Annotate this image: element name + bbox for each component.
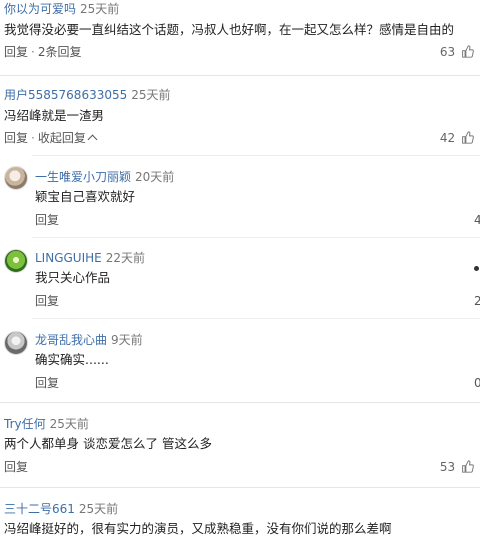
timestamp: 25天前 [78,502,119,516]
like-button[interactable]: 63 [440,45,474,59]
username-link[interactable]: 龙哥乱我心曲 [35,333,107,347]
divider [32,318,480,319]
avatar[interactable] [4,166,28,190]
like-button[interactable]: 42 [440,131,474,145]
divider [32,237,480,238]
comment-text: 冯绍峰就是一渣男 [4,108,105,123]
collapse-replies-button[interactable]: 收起回复 [37,131,98,145]
like-count[interactable]: 2 [474,294,480,308]
comment-meta: 用户5585768633055 25天前 [4,88,171,102]
reply-button[interactable]: 回复 [4,131,28,145]
avatar[interactable] [4,331,28,355]
username-link[interactable]: LINGGUIHE [35,251,102,265]
username-link[interactable]: 用户5585768633055 [4,88,127,102]
like-count: 53 [439,460,456,474]
comments-section: 你以为可爱吗 25天前 我觉得没必要一直纠结这个话题，冯叔人也好啊，在一起又怎么样… [0,0,480,543]
like-count: 42 [439,131,456,145]
thumbs-up-icon [462,45,474,58]
username-link[interactable]: 你以为可爱吗 [4,2,76,16]
like-count[interactable]: 4 [474,213,480,227]
comment-text: 冯绍峰挺好的，很有实力的演员，又成熟稳重，没有你们说的那么差啊 [4,521,392,536]
divider [32,155,480,156]
timestamp: 22天前 [105,251,146,265]
username-link[interactable]: Try任何 [4,417,46,431]
reply-button[interactable]: 回复 [35,294,59,308]
reply-text: 颖宝自己喜欢就好 [35,189,136,204]
thumbs-up-icon [462,131,474,144]
reply-meta: 龙哥乱我心曲 9天前 [35,333,143,347]
avatar[interactable] [4,249,28,273]
timestamp: 25天前 [49,417,89,431]
collapse-label: 收起回复 [37,131,86,145]
comment-actions: 回复 · 收起回复 [4,131,98,145]
comment-meta: 三十二号661 25天前 [4,502,118,516]
comment-meta: 你以为可爱吗 25天前 [4,2,119,16]
comment-text: 我觉得没必要一直纠结这个话题，冯叔人也好啊，在一起又怎么样？感情是自由的 [4,22,455,37]
view-replies-button[interactable]: 2条回复 [38,45,82,59]
comment-actions: 回复 · 2条回复 [4,45,82,59]
reply-meta: 一生唯爱小刀丽颖 20天前 [35,170,174,184]
reply-text: 确实确实...... [35,352,109,367]
comment-meta: Try任何 25天前 [4,417,89,431]
username-link[interactable]: 三十二号661 [4,502,75,516]
more-options-icon[interactable] [474,266,479,271]
thumbs-up-icon [462,460,474,473]
username-link[interactable]: 一生唯爱小刀丽颖 [35,170,131,184]
reply-button[interactable]: 回复 [4,460,28,474]
comment-text: 两个人都单身 谈恋爱怎么了 管这么多 [4,436,212,451]
divider [0,75,480,76]
reply-button[interactable]: 回复 [35,213,59,227]
reply-button[interactable]: 回复 [35,376,59,390]
timestamp: 20天前 [135,170,175,184]
like-count[interactable]: 0 [474,376,480,390]
divider [0,487,480,488]
timestamp: 25天前 [80,2,120,16]
timestamp: 25天前 [131,88,171,102]
timestamp: 9天前 [111,333,143,347]
reply-meta: LINGGUIHE 22天前 [35,251,145,265]
like-button[interactable]: 53 [440,460,474,474]
chevron-up-icon [87,134,98,145]
reply-text: 我只关心作品 [35,270,111,285]
like-count: 63 [439,45,456,59]
reply-button[interactable]: 回复 [4,45,28,59]
divider [0,402,480,403]
